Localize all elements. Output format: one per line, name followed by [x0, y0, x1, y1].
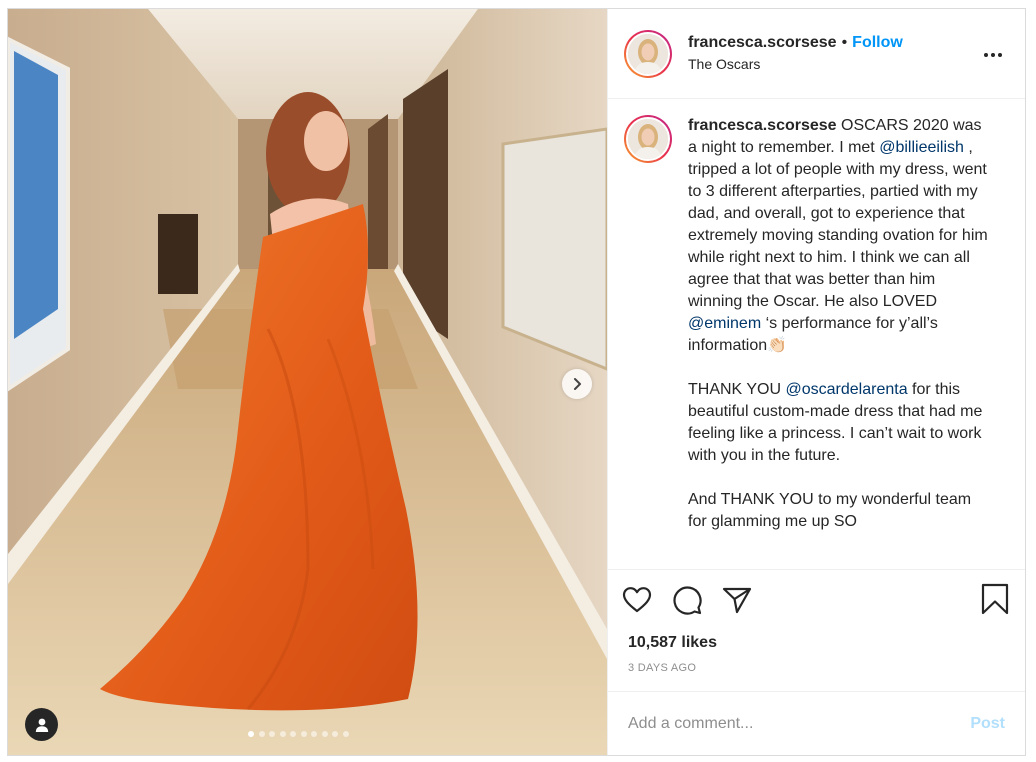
likes-count[interactable]: 10,587 likes: [608, 630, 1025, 656]
carousel-indicator: [248, 731, 349, 737]
caption-avatar[interactable]: [624, 115, 672, 163]
header-username[interactable]: francesca.scorsese: [688, 33, 837, 53]
comment-button[interactable]: [672, 580, 712, 620]
carousel-next-button[interactable]: [562, 369, 592, 399]
carousel-dot: [269, 731, 275, 737]
post-timestamp[interactable]: 3 DAYS AGO: [608, 662, 1025, 674]
caption-segment: for this beautiful custom-made dress tha…: [688, 381, 983, 530]
carousel-dot: [300, 731, 307, 737]
avatar-image: [628, 33, 668, 74]
bookmark-icon: [981, 583, 1009, 615]
carousel-dot: [290, 731, 296, 737]
comment-bubble-icon: [673, 586, 702, 615]
caption-segment: , tripped a lot of people with my dress,…: [688, 139, 993, 310]
like-button[interactable]: [622, 580, 662, 620]
mention-link[interactable]: @billieeilish: [879, 139, 964, 156]
carousel-dot: [311, 731, 317, 737]
post-side-panel: francesca.scorsese • Follow The Oscars f…: [607, 9, 1025, 755]
carousel-dot: [332, 731, 338, 737]
carousel-dot: [258, 731, 265, 737]
caption-section: francesca.scorsese OSCARS 2020 was a nig…: [608, 99, 1025, 570]
share-button[interactable]: [722, 580, 762, 620]
follow-button[interactable]: Follow: [852, 33, 903, 53]
avatar-image: [628, 119, 668, 159]
carousel-dot: [321, 731, 328, 737]
save-button[interactable]: [981, 583, 1009, 620]
carousel-dot: [342, 731, 349, 737]
action-bar: [608, 570, 1025, 630]
user-tag-icon: [35, 718, 48, 732]
post-comment-button[interactable]: Post: [970, 715, 1005, 733]
location-link[interactable]: The Oscars: [688, 54, 903, 74]
caption-text: francesca.scorsese OSCARS 2020 was a nig…: [688, 115, 988, 569]
user-tags-button[interactable]: [25, 708, 58, 741]
carousel-dot: [279, 731, 286, 737]
post-header: francesca.scorsese • Follow The Oscars: [608, 9, 1025, 99]
more-options-icon: [984, 53, 1002, 57]
paper-plane-icon: [722, 587, 752, 614]
comment-input[interactable]: [628, 714, 971, 733]
chevron-right-icon: [574, 378, 581, 390]
photo-hallway-dress: [8, 9, 607, 755]
avatar[interactable]: [624, 29, 672, 78]
mention-link[interactable]: @oscardelarenta: [786, 381, 908, 398]
caption-username[interactable]: francesca.scorsese: [688, 117, 837, 134]
mention-link[interactable]: @eminem: [688, 315, 761, 332]
comment-form: Post: [608, 691, 1025, 755]
post-photo[interactable]: [8, 9, 607, 755]
header-separator: •: [841, 34, 848, 51]
carousel-dot: [248, 731, 254, 737]
post-container: francesca.scorsese • Follow The Oscars f…: [7, 8, 1026, 756]
more-options-button[interactable]: [983, 45, 1003, 63]
heart-icon: [622, 587, 652, 613]
